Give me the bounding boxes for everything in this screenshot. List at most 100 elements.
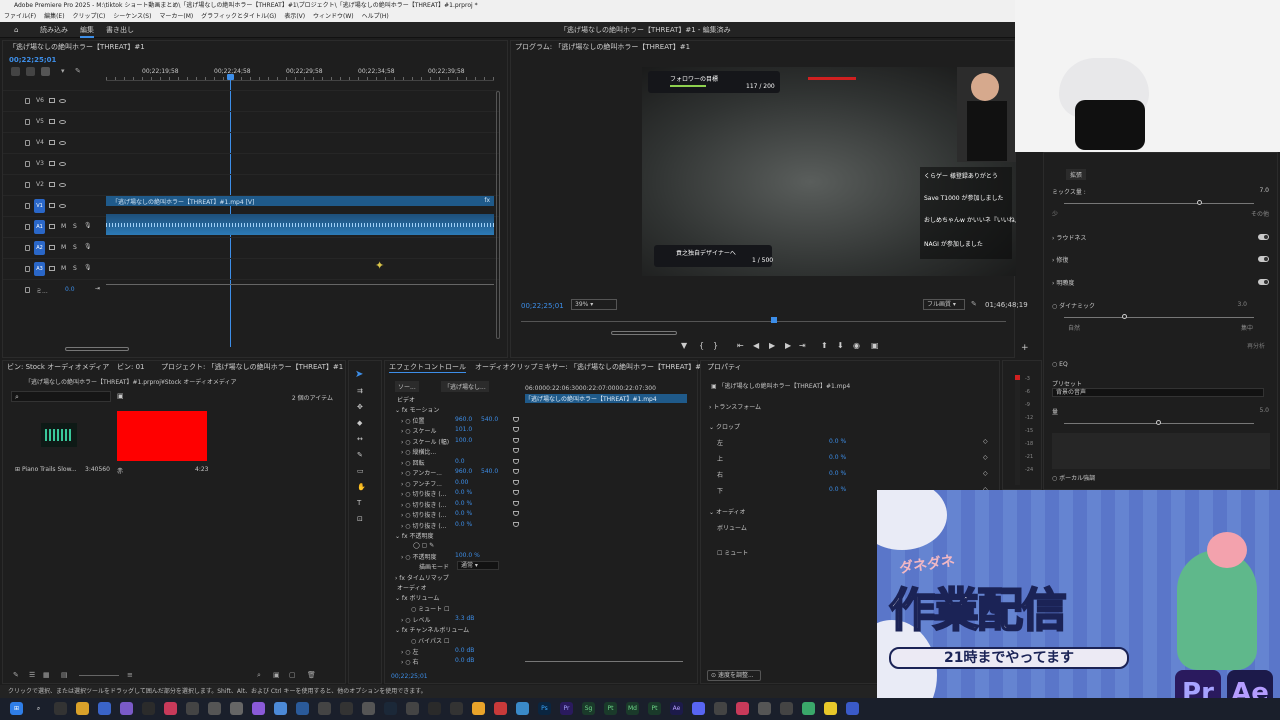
lock-icon[interactable] — [25, 182, 30, 188]
app-icon[interactable] — [186, 702, 199, 715]
ec-property-value[interactable]: 0.0 % — [455, 489, 472, 496]
volume-row[interactable]: ⌄ fx ボリューム — [395, 593, 439, 602]
app-icon[interactable] — [758, 702, 771, 715]
step-back-icon[interactable]: ◀ — [753, 341, 759, 350]
properties-audio-row[interactable]: ⌄ オーディオ — [709, 507, 746, 516]
reset-icon[interactable] — [513, 501, 519, 506]
mic-icon[interactable]: 🎙 — [84, 264, 92, 271]
right-value[interactable]: 0.0 dB — [455, 657, 474, 664]
opacity-row[interactable]: ⌄ fx 不透明度 — [395, 531, 434, 540]
eye-icon[interactable] — [59, 120, 66, 124]
track-target-a2[interactable]: A2 — [34, 241, 45, 255]
blend-mode-select[interactable]: 通常 ▾ — [457, 561, 499, 570]
track-select-icon[interactable]: ⇉ — [357, 387, 363, 395]
dynamic-knob[interactable] — [1122, 314, 1127, 319]
lock-icon[interactable] — [25, 224, 30, 230]
reset-icon[interactable] — [513, 417, 519, 422]
mute-m[interactable]: M — [61, 223, 66, 230]
transform-row[interactable]: › トランスフォーム — [709, 402, 761, 411]
quality-select[interactable]: フル画質 ▾ — [923, 299, 965, 310]
snap-icon[interactable] — [11, 67, 20, 76]
timeline-h-scrollbar[interactable] — [65, 347, 129, 351]
camera-icon[interactable]: ◉ — [853, 341, 860, 350]
item2-name[interactable]: 赤 — [117, 466, 123, 475]
clarity-row[interactable]: › 明瞭度 — [1052, 278, 1074, 287]
channel-volume-row[interactable]: ⌄ fx チャンネルボリューム — [395, 625, 469, 634]
ec-property-row[interactable]: › ○ 回転 — [401, 458, 424, 467]
timeline-tab[interactable]: 「逃げ場なしの絶叫ホラー【THREAT】#1 — [9, 42, 145, 52]
reset-icon[interactable] — [513, 427, 519, 432]
pen-tool-icon[interactable]: ✎ — [357, 451, 363, 459]
app-icon[interactable] — [802, 702, 815, 715]
steam-icon[interactable] — [384, 702, 397, 715]
lock-icon[interactable] — [25, 140, 30, 146]
selection-tool-icon[interactable]: ➤ — [355, 369, 363, 380]
extract-icon[interactable]: ⬇ — [837, 341, 844, 350]
mix-amount-value[interactable]: 7.0 — [1259, 187, 1269, 194]
crop-side-value[interactable]: 0.0 % — [829, 454, 846, 461]
extend-tab[interactable]: 拡張 — [1066, 169, 1087, 180]
app-icon[interactable] — [406, 702, 419, 715]
crop-side-value[interactable]: 0.0 % — [829, 438, 846, 445]
mic-icon[interactable]: 🎙 — [84, 243, 92, 250]
motion-row[interactable]: ⌄ fx モーション — [395, 405, 439, 414]
clear-icon[interactable]: 🗑 — [307, 671, 316, 679]
ec-property-row[interactable]: › ○ アンチフ... — [401, 479, 442, 488]
ec-property-row[interactable]: › ○ スケール (幅) — [401, 437, 449, 446]
ec-property-row[interactable]: › ○ 切り抜き (... — [401, 521, 446, 530]
eye-icon[interactable] — [59, 99, 66, 103]
mix-knob[interactable] — [1197, 200, 1202, 205]
razor-icon[interactable]: ◆ — [357, 419, 362, 427]
tab-audio-clip-mixer[interactable]: オーディオクリップミキサー: 「逃げ場なしの絶叫ホラー【THREAT】#1 — [475, 362, 706, 372]
reset-icon[interactable] — [513, 438, 519, 443]
add-button-icon[interactable]: + — [1021, 343, 1029, 353]
lock-icon[interactable] — [25, 245, 30, 251]
sort-icon[interactable]: ≡ — [127, 671, 133, 679]
reset-icon[interactable] — [513, 511, 519, 516]
program-playhead[interactable] — [771, 317, 777, 323]
sequence-tab[interactable]: 「逃げ場なし... — [441, 381, 489, 392]
reset-icon[interactable] — [513, 490, 519, 495]
source-tab[interactable]: ソー... — [395, 381, 419, 392]
tab-import[interactable]: 読み込み — [40, 24, 68, 36]
ec-property-value[interactable]: 0.0 % — [455, 521, 472, 528]
wrench-icon[interactable]: ✎ — [75, 67, 81, 75]
amount-value[interactable]: 5.0 — [1259, 407, 1269, 414]
menu-clip[interactable]: クリップ(C) — [72, 13, 105, 20]
crop-side-value[interactable]: 0.0 % — [829, 486, 846, 493]
app-icon[interactable] — [274, 702, 287, 715]
program-zoom-bar[interactable] — [611, 331, 677, 335]
list-view-icon[interactable]: ☰ — [29, 671, 35, 679]
chrome-icon[interactable] — [472, 702, 485, 715]
ec-property-value[interactable]: 0.00 — [455, 479, 468, 486]
left-value[interactable]: 0.0 dB — [455, 647, 474, 654]
dynamic-row[interactable]: ○ ダイナミック — [1052, 301, 1095, 310]
hand-tool-icon[interactable]: ✋ — [357, 483, 366, 491]
compare-icon[interactable]: ▣ — [871, 341, 879, 350]
timeline-timecode[interactable]: 00;22;25;01 — [9, 55, 56, 65]
ec-property-row[interactable]: › ○ 切り抜き (... — [401, 489, 446, 498]
app-icon[interactable] — [736, 702, 749, 715]
reset-icon[interactable] — [513, 469, 519, 474]
menu-window[interactable]: ウィンドウ(W) — [313, 13, 354, 20]
eye-icon[interactable] — [59, 162, 66, 166]
menu-help[interactable]: ヘルプ(H) — [362, 13, 389, 20]
app-icon[interactable] — [824, 702, 837, 715]
program-title[interactable]: プログラム: 「逃げ場なしの絶叫ホラー【THREAT】#1 — [515, 42, 690, 52]
ec-property-value[interactable]: 0.0 % — [455, 510, 472, 517]
loudness-toggle[interactable] — [1258, 234, 1269, 240]
track-target-a3[interactable]: A3 — [34, 262, 45, 276]
sync-lock-icon[interactable] — [49, 161, 55, 166]
app-icon[interactable] — [340, 702, 353, 715]
properties-title[interactable]: プロパティ — [707, 362, 742, 372]
opacity-value[interactable]: 100.0 % — [455, 552, 480, 559]
app-icon[interactable] — [362, 702, 375, 715]
keyframe-icon[interactable]: ◇ — [983, 470, 988, 477]
reanalyze-button[interactable]: 再分析 — [1247, 341, 1265, 350]
dynamic-value[interactable]: 3.0 — [1237, 301, 1247, 308]
time-ruler[interactable]: 00;22;19;58 00;22;24;58 00;22;29;58 00;2… — [106, 67, 494, 81]
lock-icon[interactable] — [25, 119, 30, 125]
reset-icon[interactable] — [513, 522, 519, 527]
ec-property-value[interactable]: 101.0 — [455, 426, 472, 433]
freeform-icon[interactable]: ▤ — [61, 671, 68, 679]
